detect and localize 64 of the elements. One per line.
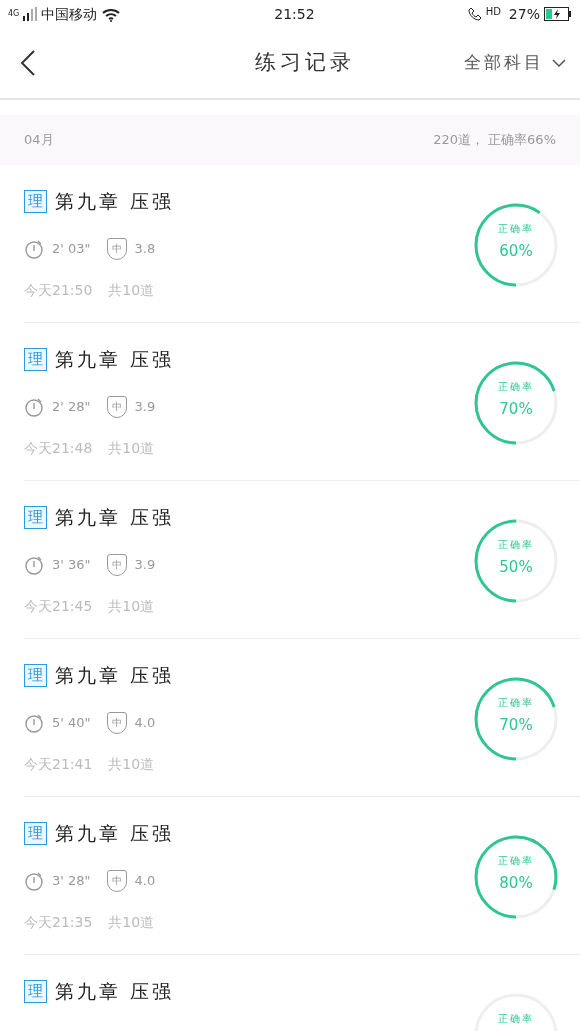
question-count: 共10道 (108, 754, 155, 774)
accuracy-label: 正确率 (497, 696, 535, 710)
stopwatch-icon (24, 554, 44, 575)
subject-tag: 理 (24, 663, 47, 687)
stopwatch-icon (24, 238, 44, 259)
record-title: 第九章 压强 (55, 347, 175, 372)
record-title: 第九章 压强 (55, 189, 175, 214)
back-button[interactable] (20, 49, 36, 77)
subject-tag: 理 (24, 189, 47, 213)
network-label: 4G (8, 7, 20, 20)
subject-tag: 理 (24, 821, 47, 845)
question-count: 共10道 (108, 438, 155, 458)
duration-text: 3' 28" (52, 871, 91, 890)
record-title: 第九章 压强 (55, 821, 175, 846)
accuracy-value: 70% (498, 399, 534, 420)
subject-tag: 理 (24, 347, 47, 371)
difficulty-value: 3.8 (134, 239, 156, 258)
record-title: 第九章 压强 (55, 979, 175, 1004)
record-time: 今天21:50 (24, 280, 93, 300)
accuracy-value: 50% (498, 557, 534, 578)
duration-text: 2' 03" (52, 239, 91, 258)
month-label: 04月 (24, 131, 54, 150)
duration-text: 3' 36" (52, 555, 91, 574)
duration-text: 5' 40" (52, 713, 91, 732)
stopwatch-icon (24, 396, 44, 417)
wifi-icon (101, 6, 122, 22)
accuracy-label: 正确率 (497, 854, 535, 868)
difficulty-value: 4.0 (134, 713, 156, 732)
phone-icon (467, 7, 482, 21)
record-time: 今天21:48 (24, 438, 93, 458)
back-icon (20, 49, 36, 77)
question-count: 共10道 (108, 596, 155, 616)
record-title: 第九章 压强 (55, 505, 175, 530)
difficulty-value: 3.9 (134, 555, 156, 574)
subject-tag: 理 (24, 505, 47, 529)
clock-time: 21:52 (274, 4, 315, 24)
stopwatch-icon (24, 712, 44, 733)
page-title: 练习记录 (255, 49, 355, 77)
signal-icon (23, 7, 38, 21)
accuracy-label: 正确率 (497, 380, 535, 394)
accuracy-value: 60% (498, 241, 534, 262)
carrier-label: 中国移动 (41, 4, 98, 24)
record-title: 第九章 压强 (55, 663, 175, 688)
chevron-down-icon (552, 59, 566, 67)
month-summary: 220道， 正确率66% (433, 131, 556, 150)
record-time: 今天21:35 (24, 912, 93, 932)
subject-tag: 理 (24, 979, 47, 1003)
stopwatch-icon (24, 870, 44, 891)
accuracy-label: 正确率 (497, 538, 535, 552)
accuracy-label: 正确率 (497, 222, 535, 236)
record-time: 今天21:41 (24, 754, 93, 774)
difficulty-value: 3.9 (134, 397, 156, 416)
difficulty-value: 4.0 (134, 871, 156, 890)
battery-percent: 27% (508, 4, 540, 24)
accuracy-value: 80% (498, 873, 534, 894)
accuracy-value: 70% (498, 715, 534, 736)
accuracy-label: 正确率 (497, 1012, 535, 1026)
question-count: 共10道 (108, 912, 155, 932)
question-count: 共10道 (108, 280, 155, 300)
battery-icon (544, 7, 572, 21)
hd-label: HD (485, 4, 501, 19)
record-time: 今天21:45 (24, 596, 93, 616)
subject-filter-dropdown[interactable]: 全部科目 (464, 50, 566, 76)
duration-text: 2' 28" (52, 397, 91, 416)
